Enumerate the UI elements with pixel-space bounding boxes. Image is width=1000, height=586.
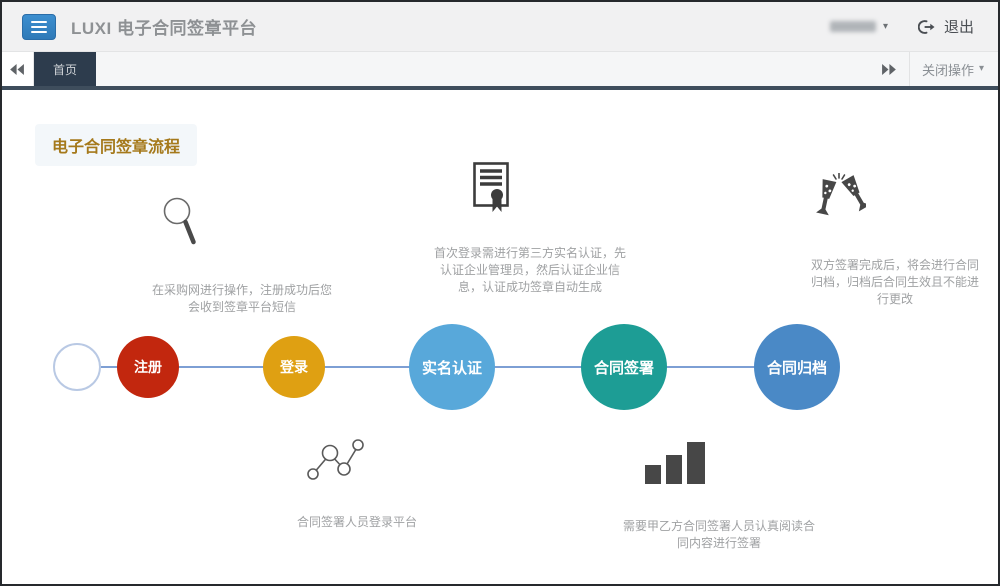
tab-bar: 首页 关闭操作 ▾	[2, 52, 998, 86]
flow-start-node	[53, 343, 101, 391]
note-contract-sign: 需要甲乙方合同签署人员认真阅读合同内容进行签署	[623, 518, 815, 552]
scroll-tabs-left-button[interactable]	[2, 52, 34, 86]
hamburger-menu-button[interactable]	[22, 14, 56, 40]
top-header: LUXI 电子合同签章平台 ▾ 退出	[2, 2, 998, 52]
step-realname-auth: 实名认证	[409, 324, 495, 410]
step-login: 登录	[263, 336, 325, 398]
user-dropdown[interactable]: ▾	[830, 21, 888, 32]
bar-chart-icon	[645, 442, 707, 484]
caret-down-icon: ▾	[979, 64, 984, 74]
close-actions-label: 关闭操作	[922, 60, 974, 79]
tab-home[interactable]: 首页	[34, 52, 96, 86]
tab-home-label: 首页	[53, 61, 77, 78]
champagne-glasses-icon	[812, 173, 866, 225]
caret-down-icon: ▾	[883, 22, 888, 32]
note-login: 合同签署人员登录平台	[267, 514, 447, 531]
certificate-icon	[473, 162, 509, 213]
step-contract-sign: 合同签署	[581, 324, 667, 410]
step-login-label: 登录	[280, 357, 308, 377]
sign-out-icon	[918, 19, 935, 35]
scroll-tabs-right-button[interactable]	[869, 52, 909, 86]
app-title: LUXI 电子合同签章平台	[71, 14, 257, 39]
page-title: 电子合同签章流程	[35, 124, 197, 166]
double-chevron-left-icon	[10, 64, 25, 75]
step-register: 注册	[117, 336, 179, 398]
magnifier-icon	[162, 197, 200, 247]
step-contract-archive-label: 合同归档	[767, 357, 827, 378]
app-window: LUXI 电子合同签章平台 ▾ 退出 首页	[0, 0, 1000, 586]
note-contract-archive: 双方签署完成后，将会进行合同归档，归档后合同生效且不能进行更改	[808, 257, 982, 308]
double-chevron-right-icon	[881, 64, 896, 75]
note-realname-auth: 首次登录需进行第三方实名认证，先认证企业管理员，然后认证企业信息，认证成功签章自…	[432, 245, 628, 296]
step-contract-archive: 合同归档	[754, 324, 840, 410]
step-contract-sign-label: 合同签署	[594, 357, 654, 378]
header-right: ▾ 退出	[830, 16, 974, 37]
main-content: 电子合同签章流程 注册 登录 实名认证 合同签署 合同归档 在采购网进行操作，注…	[2, 90, 998, 584]
step-realname-auth-label: 实名认证	[422, 357, 482, 378]
node-graph-icon	[304, 437, 366, 483]
logout-label: 退出	[944, 16, 974, 37]
close-actions-dropdown[interactable]: 关闭操作 ▾	[909, 52, 998, 86]
username-redacted	[830, 21, 876, 32]
note-register: 在采购网进行操作，注册成功后您会收到签章平台短信	[152, 282, 332, 316]
logout-button[interactable]: 退出	[918, 16, 974, 37]
tabbar-spacer	[96, 52, 869, 86]
step-register-label: 注册	[134, 357, 162, 377]
